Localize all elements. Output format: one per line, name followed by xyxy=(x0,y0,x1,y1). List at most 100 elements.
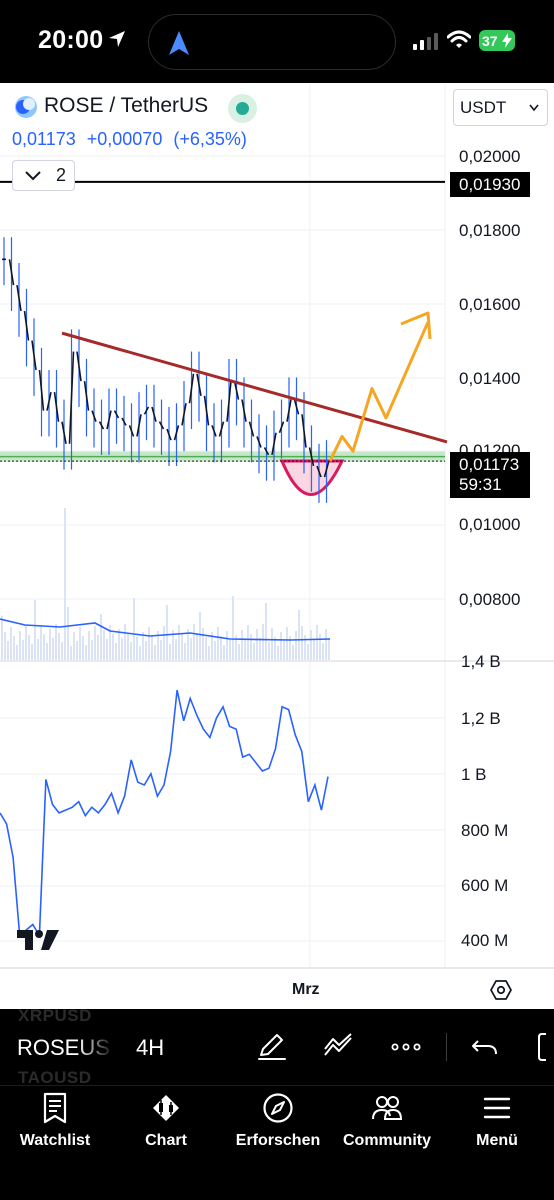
undo-icon[interactable] xyxy=(470,1033,502,1061)
volume-bar xyxy=(268,642,270,660)
market-open-dot xyxy=(236,102,249,115)
ticker-fade xyxy=(78,1029,114,1065)
volume-bar xyxy=(178,625,180,660)
volume-bar xyxy=(154,645,156,660)
volume-bar xyxy=(34,600,36,660)
dynamic-island[interactable] xyxy=(148,14,396,70)
nav-community-label: Community xyxy=(343,1132,431,1149)
volume-bar xyxy=(181,634,183,660)
volume-bar xyxy=(295,631,297,660)
fullscreen-icon[interactable] xyxy=(536,1033,554,1061)
chart-candles-icon xyxy=(153,1095,179,1121)
price-change: +0,00070 xyxy=(86,129,163,149)
volume-bar xyxy=(271,628,273,660)
volume-bar xyxy=(310,630,312,660)
volume-bar xyxy=(97,635,99,660)
volume-bar xyxy=(184,643,186,660)
indicators-count: 2 xyxy=(56,165,67,185)
indicators-icon[interactable] xyxy=(323,1033,355,1061)
volume-bar xyxy=(67,607,69,660)
indicator-axis-tick: 1 B xyxy=(461,765,487,784)
volume-bar xyxy=(28,635,30,660)
symbol-title[interactable]: ROSE / TetherUS xyxy=(44,94,208,118)
bottom-navigation: Watchlist Chart Erforschen Community Men… xyxy=(0,1085,554,1200)
volume-bar xyxy=(70,646,72,660)
more-options-icon[interactable] xyxy=(390,1033,422,1061)
rose-coin-icon xyxy=(15,96,37,118)
volume-bar xyxy=(4,632,6,660)
chart-toolbar: XRPUSD TAOUSD ROSEUS 4H xyxy=(0,1009,554,1085)
volume-bar xyxy=(217,627,219,660)
battery-level: 37 xyxy=(482,32,498,49)
volume-bar xyxy=(37,639,39,660)
indicators-toggle-button[interactable]: 2 xyxy=(12,160,75,191)
volume-bar xyxy=(127,633,129,660)
volume-bar xyxy=(79,627,81,660)
volume-bar xyxy=(244,639,246,660)
cellular-signal-icon xyxy=(413,33,438,50)
tradingview-logo-icon xyxy=(17,930,59,950)
nav-menu[interactable]: Menü xyxy=(462,1092,532,1156)
nav-chart[interactable]: Chart xyxy=(128,1092,204,1156)
indicator-axis-tick: 400 M xyxy=(461,931,509,950)
watchlist-icon xyxy=(43,1092,67,1124)
price-change-percent: (+6,35%) xyxy=(173,129,247,149)
volume-bar xyxy=(16,645,18,660)
nav-explore[interactable]: Erforschen xyxy=(228,1092,328,1156)
time-axis-label: Mrz xyxy=(292,981,320,998)
chart-panel[interactable]: ROSE / TetherUS 0,01173 +0,00070 (+6,35%… xyxy=(0,83,554,1009)
volume-bar xyxy=(166,605,168,660)
battery-indicator: 37 xyxy=(479,30,515,51)
volume-bar xyxy=(43,634,45,660)
charging-bolt-icon xyxy=(502,33,512,48)
price-axis-tick: 0,00800 xyxy=(459,590,521,609)
community-icon xyxy=(372,1096,403,1120)
volume-bar xyxy=(265,603,267,660)
volume-bar xyxy=(316,625,318,660)
currency-select[interactable]: USDT xyxy=(453,89,548,126)
volume-bar xyxy=(229,640,231,660)
indicator-axis-tick: 1,4 B xyxy=(461,652,501,671)
last-price-tag-value: 0,01173 xyxy=(459,455,520,474)
volume-bar xyxy=(58,633,60,660)
last-price-tag[interactable]: 0,01173 59:31 xyxy=(450,452,530,498)
price-axis-tick: 0,01400 xyxy=(459,369,521,388)
volume-bar xyxy=(283,641,285,660)
volume-bar xyxy=(121,638,123,660)
volume-bar xyxy=(277,646,279,660)
volume-bar xyxy=(196,633,198,660)
volume-bar xyxy=(145,641,147,660)
nav-watchlist[interactable]: Watchlist xyxy=(12,1092,98,1156)
navigation-arrow-icon xyxy=(169,31,189,55)
candle-countdown: 59:31 xyxy=(459,475,502,494)
volume-bar xyxy=(91,640,93,660)
volume-bar xyxy=(118,629,120,660)
volume-bar xyxy=(52,638,54,660)
volume-bar xyxy=(220,636,222,660)
volume-bar xyxy=(214,641,216,660)
volume-bar xyxy=(328,638,330,660)
price-axis-tick: 0,02000 xyxy=(459,147,521,166)
market-status-indicator[interactable] xyxy=(228,94,257,123)
volume-bar xyxy=(139,646,141,660)
volume-bar xyxy=(163,626,165,660)
volume-bar xyxy=(136,637,138,660)
volume-bar xyxy=(226,631,228,660)
interval-selector[interactable]: 4H xyxy=(136,1035,164,1061)
chart-settings-icon[interactable] xyxy=(490,979,512,1001)
volume-bar xyxy=(64,508,66,660)
alert-price-tag[interactable]: 0,01930 xyxy=(450,172,530,197)
volume-bar xyxy=(25,626,27,660)
volume-bar xyxy=(1,616,3,660)
drawing-pen-icon[interactable] xyxy=(256,1033,288,1061)
volume-bar xyxy=(22,640,24,660)
nav-community[interactable]: Community xyxy=(338,1092,436,1156)
volume-bar xyxy=(148,627,150,660)
volume-bar xyxy=(106,639,108,660)
volume-bar xyxy=(94,626,96,660)
indicator-axis-tick: 1,2 B xyxy=(461,709,501,728)
volume-bar xyxy=(103,630,105,660)
volume-bar xyxy=(193,624,195,660)
nav-chart-label: Chart xyxy=(145,1132,187,1149)
volume-bar xyxy=(76,641,78,660)
